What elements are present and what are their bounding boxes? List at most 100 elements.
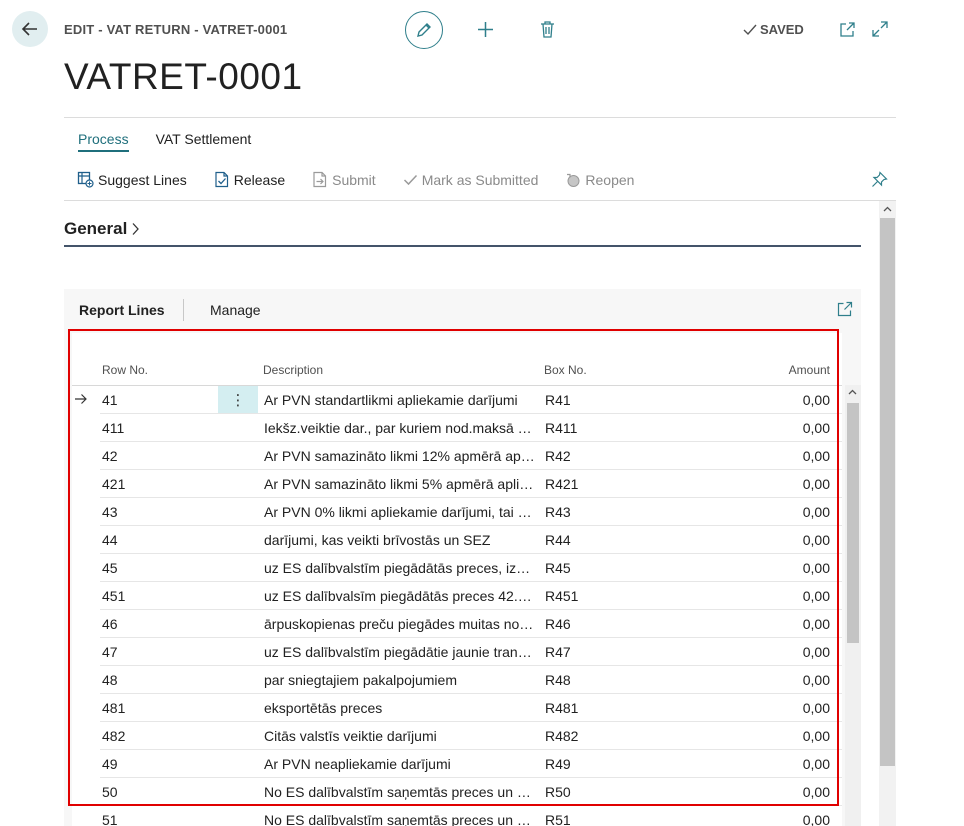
description-cell[interactable]: No ES dalībvalstīm saņemtās preces un pa…: [264, 784, 536, 800]
row-no-cell[interactable]: 411: [102, 420, 202, 436]
table-row[interactable]: 44 darījumi, kas veikti brīvostās un SEZ R…: [72, 526, 842, 554]
table-row[interactable]: 482 Citās valstīs veiktie darījumi R482 0,0…: [72, 722, 842, 750]
table-row[interactable]: 451 uz ES dalībvalsīm piegādātās preces 4…: [72, 582, 842, 610]
table-row[interactable]: 481 eksportētās preces R481 0,00: [72, 694, 842, 722]
table-row[interactable]: 49 Ar PVN neapliekamie darījumi R49 0,00: [72, 750, 842, 778]
description-cell[interactable]: eksportētās preces: [264, 700, 536, 716]
table-row[interactable]: 43 Ar PVN 0% likmi apliekamie darījumi, t…: [72, 498, 842, 526]
row-no-cell[interactable]: 42: [102, 448, 202, 464]
page-scrollbar[interactable]: [879, 201, 896, 826]
box-no-cell[interactable]: R43: [545, 504, 625, 520]
column-header-description[interactable]: Description: [263, 363, 323, 377]
table-row[interactable]: 45 uz ES dalībvalstīm piegādātās preces, …: [72, 554, 842, 582]
tab-vat-settlement[interactable]: VAT Settlement: [156, 131, 252, 152]
row-no-cell[interactable]: 41: [102, 392, 202, 408]
description-cell[interactable]: Ar PVN samazināto likmi 12% apmērā aplie…: [264, 448, 536, 464]
amount-cell[interactable]: 0,00: [730, 532, 830, 548]
open-in-new-window-button[interactable]: [839, 21, 856, 38]
amount-cell[interactable]: 0,00: [730, 700, 830, 716]
amount-cell[interactable]: 0,00: [730, 392, 830, 408]
box-no-cell[interactable]: R482: [545, 728, 625, 744]
pin-button[interactable]: [871, 171, 888, 193]
row-no-cell[interactable]: 44: [102, 532, 202, 548]
description-cell[interactable]: darījumi, kas veikti brīvostās un SEZ: [264, 532, 536, 548]
description-cell[interactable]: Ar PVN standartlikmi apliekamie darījumi: [264, 392, 536, 408]
amount-cell[interactable]: 0,00: [730, 728, 830, 744]
amount-cell[interactable]: 0,00: [730, 476, 830, 492]
grid-scrollbar-thumb[interactable]: [847, 403, 859, 643]
delete-button[interactable]: [539, 20, 556, 39]
row-no-cell[interactable]: 482: [102, 728, 202, 744]
column-header-box-no[interactable]: Box No.: [544, 363, 587, 377]
grid-scrollbar[interactable]: [845, 385, 861, 826]
amount-cell[interactable]: 0,00: [730, 588, 830, 604]
box-no-cell[interactable]: R481: [545, 700, 625, 716]
manage-tab[interactable]: Manage: [210, 302, 261, 318]
box-no-cell[interactable]: R48: [545, 672, 625, 688]
amount-cell[interactable]: 0,00: [730, 812, 830, 826]
row-no-cell[interactable]: 50: [102, 784, 202, 800]
box-no-cell[interactable]: R41: [545, 392, 625, 408]
column-header-amount[interactable]: Amount: [730, 363, 830, 377]
row-no-cell[interactable]: 421: [102, 476, 202, 492]
description-cell[interactable]: par sniegtajiem pakalpojumiem: [264, 672, 536, 688]
back-button[interactable]: [12, 11, 48, 47]
submit-button[interactable]: Submit: [312, 171, 376, 188]
amount-cell[interactable]: 0,00: [730, 784, 830, 800]
edit-button[interactable]: [405, 11, 443, 49]
page-scrollbar-thumb[interactable]: [880, 218, 895, 766]
row-no-cell[interactable]: 49: [102, 756, 202, 772]
row-no-cell[interactable]: 45: [102, 560, 202, 576]
amount-cell[interactable]: 0,00: [730, 616, 830, 632]
description-cell[interactable]: Ar PVN 0% likmi apliekamie darījumi, tai…: [264, 504, 536, 520]
suggest-lines-button[interactable]: Suggest Lines: [77, 171, 187, 188]
box-no-cell[interactable]: R50: [545, 784, 625, 800]
description-cell[interactable]: ārpuskopienas preču piegādes muitas nol.…: [264, 616, 536, 632]
row-menu-button[interactable]: ⋮: [218, 386, 258, 413]
row-no-cell[interactable]: 51: [102, 812, 202, 826]
row-no-cell[interactable]: 46: [102, 616, 202, 632]
box-no-cell[interactable]: R45: [545, 560, 625, 576]
new-button[interactable]: [476, 20, 495, 39]
release-button[interactable]: Release: [214, 171, 285, 188]
box-no-cell[interactable]: R46: [545, 616, 625, 632]
column-header-row-no[interactable]: Row No.: [102, 363, 148, 377]
description-cell[interactable]: Citās valstīs veiktie darījumi: [264, 728, 536, 744]
amount-cell[interactable]: 0,00: [730, 644, 830, 660]
table-row[interactable]: 48 par sniegtajiem pakalpojumiem R48 0,00: [72, 666, 842, 694]
description-cell[interactable]: uz ES dalībvalstīm piegādātie jaunie tra…: [264, 644, 536, 660]
row-no-cell[interactable]: 481: [102, 700, 202, 716]
box-no-cell[interactable]: R47: [545, 644, 625, 660]
description-cell[interactable]: Ar PVN neapliekamie darījumi: [264, 756, 536, 772]
table-row[interactable]: 411 Iekšz.veiktie dar., par kuriem nod.ma…: [72, 414, 842, 442]
table-row[interactable]: 50 No ES dalībvalstīm saņemtās preces un …: [72, 778, 842, 806]
description-cell[interactable]: Ar PVN samazināto likmi 5% apmērā apliek…: [264, 476, 536, 492]
report-lines-tab[interactable]: Report Lines: [79, 302, 165, 318]
amount-cell[interactable]: 0,00: [730, 672, 830, 688]
row-no-cell[interactable]: 47: [102, 644, 202, 660]
amount-cell[interactable]: 0,00: [730, 756, 830, 772]
box-no-cell[interactable]: R44: [545, 532, 625, 548]
description-cell[interactable]: uz ES dalībvalstīm piegādātās preces, iz…: [264, 560, 536, 576]
box-no-cell[interactable]: R49: [545, 756, 625, 772]
description-cell[interactable]: uz ES dalībvalsīm piegādātās preces 42.p…: [264, 588, 536, 604]
reopen-button[interactable]: Reopen: [565, 171, 634, 188]
table-row[interactable]: 42 Ar PVN samazināto likmi 12% apmērā apl…: [72, 442, 842, 470]
box-no-cell[interactable]: R421: [545, 476, 625, 492]
box-no-cell[interactable]: R42: [545, 448, 625, 464]
table-row[interactable]: 421 Ar PVN samazināto likmi 5% apmērā apl…: [72, 470, 842, 498]
box-no-cell[interactable]: R411: [545, 420, 625, 436]
expand-button[interactable]: [871, 20, 889, 38]
general-section-header[interactable]: General: [64, 219, 140, 239]
box-no-cell[interactable]: R451: [545, 588, 625, 604]
description-cell[interactable]: Iekšz.veiktie dar., par kuriem nod.maksā…: [264, 420, 536, 436]
open-part-button[interactable]: [837, 301, 853, 322]
row-no-cell[interactable]: 43: [102, 504, 202, 520]
table-row[interactable]: 46 ārpuskopienas preču piegādes muitas no…: [72, 610, 842, 638]
amount-cell[interactable]: 0,00: [730, 420, 830, 436]
description-cell[interactable]: No ES dalībvalstīm saņemtās preces un pa…: [264, 812, 536, 826]
table-row[interactable]: 51 No ES dalībvalstīm saņemtās preces un …: [72, 806, 842, 826]
table-row[interactable]: 47 uz ES dalībvalstīm piegādātie jaunie t…: [72, 638, 842, 666]
amount-cell[interactable]: 0,00: [730, 504, 830, 520]
box-no-cell[interactable]: R51: [545, 812, 625, 826]
